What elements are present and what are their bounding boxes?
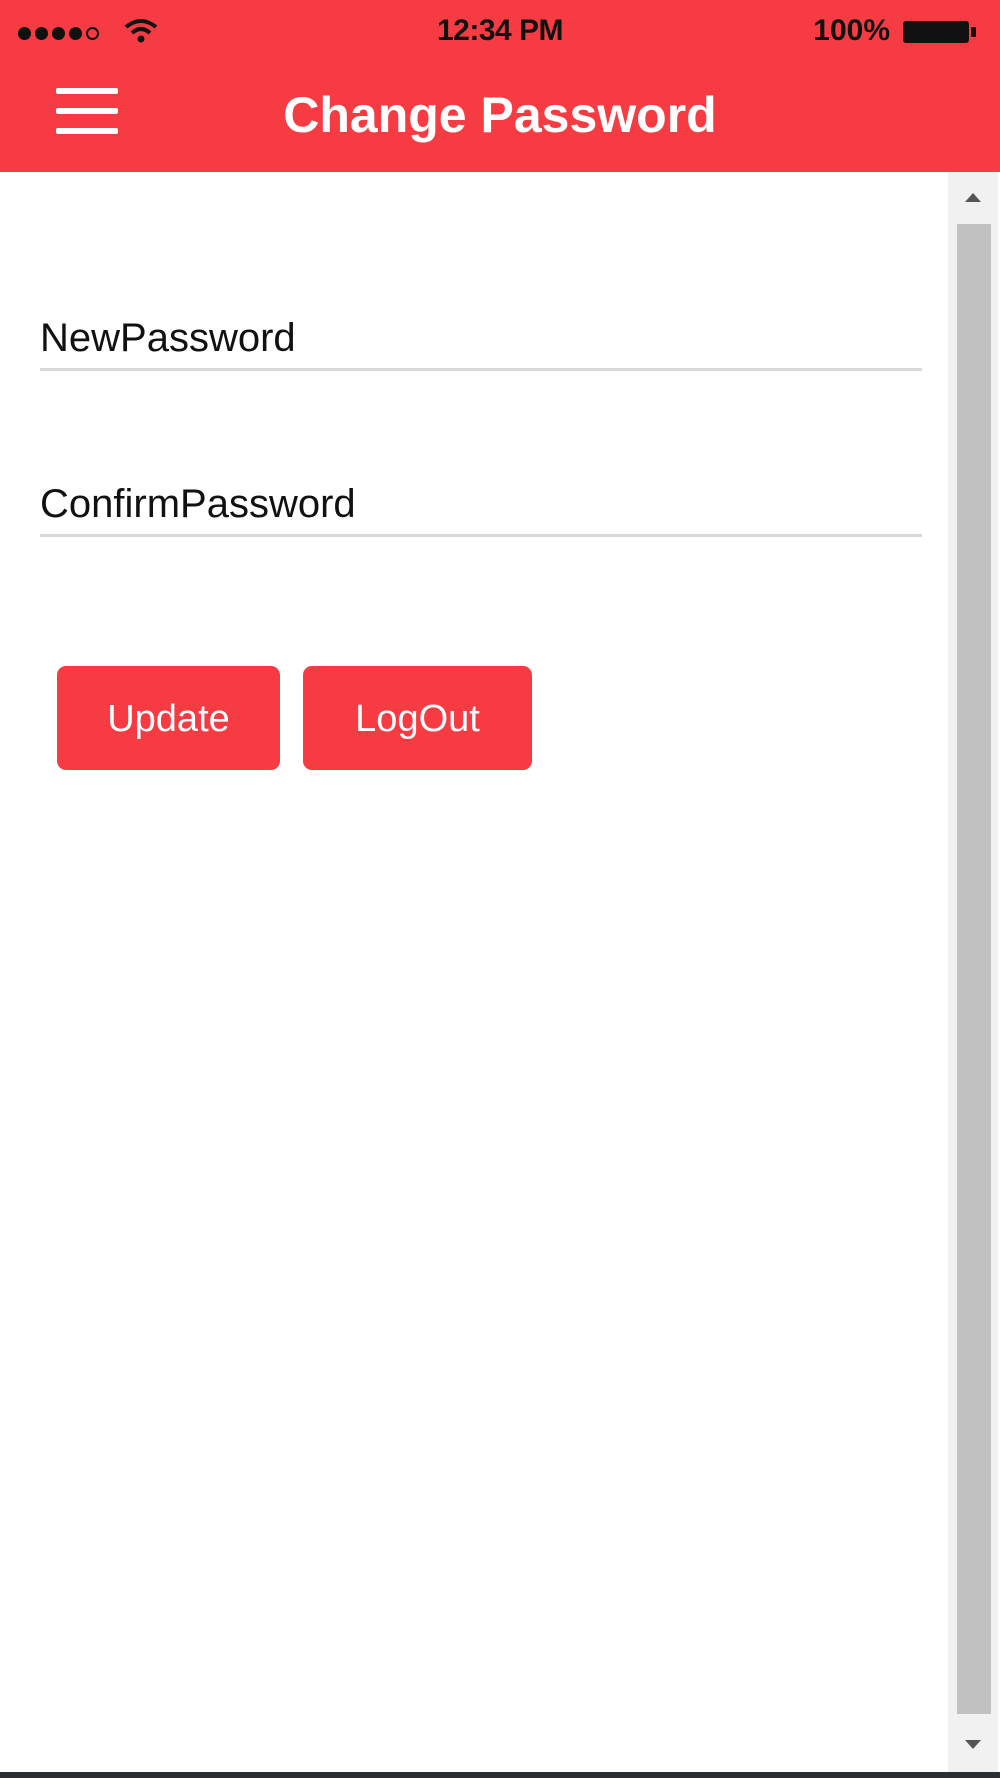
page-title: Change Password: [283, 87, 717, 143]
new-password-field: [40, 298, 922, 371]
scroll-up-arrow-icon[interactable]: [948, 172, 998, 224]
update-button[interactable]: Update: [57, 666, 280, 770]
app-screen: 12:34 PM 100% Change Password Update Log…: [0, 0, 1000, 1778]
top-bar: 12:34 PM 100% Change Password: [0, 0, 1000, 172]
form-content: Update LogOut: [0, 172, 948, 1772]
confirm-password-input[interactable]: [40, 474, 922, 534]
device-bottom-edge: [0, 1772, 1000, 1778]
battery-icon: [903, 21, 976, 43]
logout-button[interactable]: LogOut: [303, 666, 532, 770]
scrollbar-thumb[interactable]: [957, 224, 991, 1714]
scroll-down-arrow-icon[interactable]: [948, 1720, 998, 1772]
new-password-input[interactable]: [40, 308, 922, 368]
vertical-scrollbar[interactable]: [948, 172, 998, 1772]
status-bar: 12:34 PM 100%: [0, 0, 1000, 62]
nav-bar: Change Password: [0, 62, 1000, 172]
battery-percent: 100%: [813, 14, 890, 47]
confirm-password-field: [40, 464, 922, 537]
